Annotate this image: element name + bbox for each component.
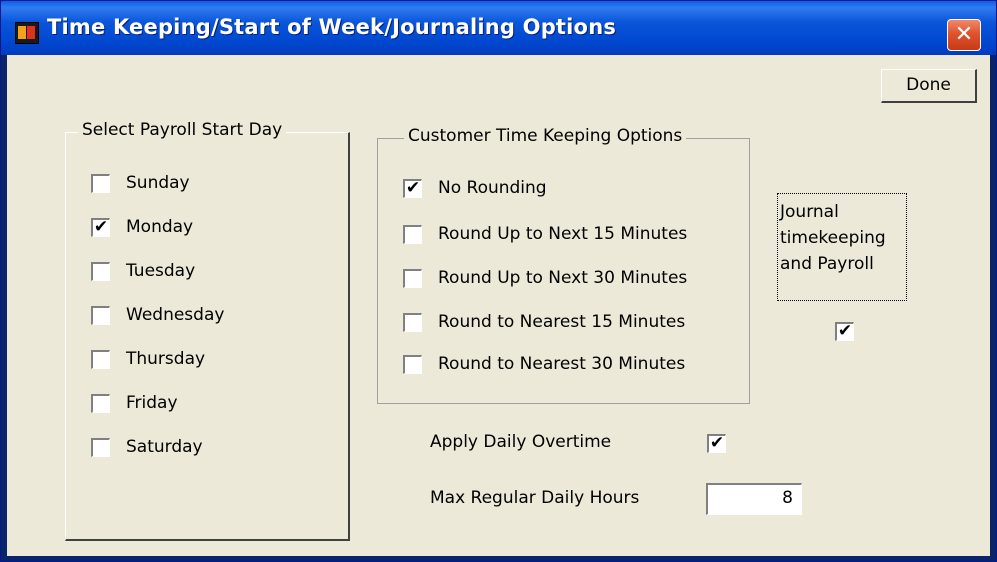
journal-line-2: timekeeping [780, 228, 886, 248]
title-bar[interactable]: Time Keeping/Start of Week/Journaling Op… [1, 1, 996, 55]
round-nearest-30-label: Round to Nearest 30 Minutes [438, 354, 686, 374]
round-up-15-label: Round Up to Next 15 Minutes [438, 224, 688, 244]
sunday-label: Sunday [126, 173, 190, 193]
friday-checkbox[interactable] [91, 394, 110, 413]
options-dialog: Time Keeping/Start of Week/Journaling Op… [0, 0, 997, 562]
friday-label: Friday [126, 393, 178, 413]
tuesday-label: Tuesday [126, 261, 196, 281]
sunday-checkbox[interactable] [91, 174, 110, 193]
round-up-30-label: Round Up to Next 30 Minutes [438, 268, 688, 288]
apply-daily-overtime-checkbox[interactable]: ✔ [707, 434, 726, 453]
payroll-start-day-group: Select Payroll Start Day Sunday ✔ Monday… [65, 120, 350, 541]
tuesday-checkbox[interactable] [91, 262, 110, 281]
monday-label: Monday [126, 217, 194, 237]
journal-timekeeping-label: Journal timekeeping and Payroll [777, 193, 907, 301]
customer-time-keeping-legend: Customer Time Keeping Options [404, 126, 687, 146]
app-logo-icon [15, 22, 39, 44]
round-nearest-15-checkbox[interactable] [403, 313, 422, 332]
no-rounding-checkbox[interactable]: ✔ [403, 179, 422, 198]
thursday-checkbox[interactable] [91, 350, 110, 369]
customer-time-keeping-group: Customer Time Keeping Options ✔ No Round… [377, 126, 750, 404]
thursday-label: Thursday [126, 349, 206, 369]
max-regular-daily-hours-label: Max Regular Daily Hours [430, 488, 640, 508]
window-title: Time Keeping/Start of Week/Journaling Op… [47, 15, 617, 39]
payroll-start-day-legend: Select Payroll Start Day [78, 120, 287, 140]
saturday-checkbox[interactable] [91, 438, 110, 457]
dialog-body: Done Select Payroll Start Day Sunday ✔ M… [7, 55, 990, 556]
done-button[interactable]: Done [881, 69, 977, 103]
max-regular-daily-hours-input[interactable]: 8 [706, 483, 802, 515]
round-nearest-30-checkbox[interactable] [403, 355, 422, 374]
saturday-label: Saturday [126, 437, 203, 457]
round-nearest-15-label: Round to Nearest 15 Minutes [438, 312, 686, 332]
monday-checkbox[interactable]: ✔ [91, 218, 110, 237]
close-button[interactable]: ✕ [947, 19, 981, 51]
round-up-30-checkbox[interactable] [403, 269, 422, 288]
round-up-15-checkbox[interactable] [403, 225, 422, 244]
no-rounding-label: No Rounding [438, 178, 547, 198]
journal-timekeeping-checkbox[interactable]: ✔ [835, 322, 854, 341]
wednesday-checkbox[interactable] [91, 306, 110, 325]
apply-daily-overtime-label: Apply Daily Overtime [430, 432, 612, 452]
wednesday-label: Wednesday [126, 305, 225, 325]
journal-line-1: Journal [780, 202, 839, 222]
journal-line-3: and Payroll [780, 254, 874, 274]
